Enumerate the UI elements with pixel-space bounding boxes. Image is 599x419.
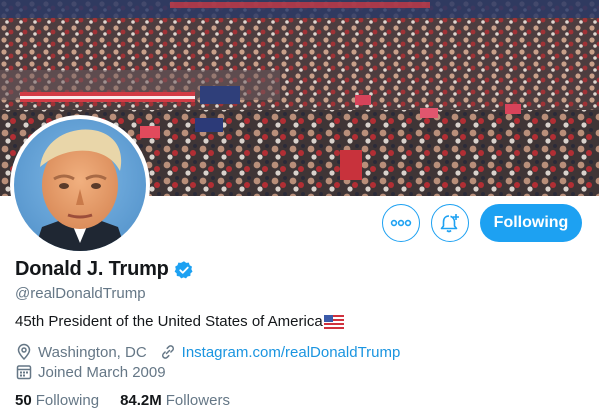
location-pin-icon <box>15 343 33 361</box>
link-icon <box>159 343 177 361</box>
profile-photo <box>14 119 146 251</box>
display-name: Donald J. Trump <box>15 258 169 280</box>
follow-stats: 50 Following 84.2M Followers <box>15 392 230 409</box>
following-stat[interactable]: 50 Following <box>15 392 99 409</box>
avatar[interactable] <box>10 115 150 255</box>
name-row: Donald J. Trump <box>15 258 194 281</box>
followers-count: 84.2M <box>120 392 162 409</box>
profile-joined-row: Joined March 2009 <box>15 363 166 381</box>
notifications-button[interactable] <box>431 204 469 242</box>
following-label: Following <box>35 392 100 409</box>
following-count: 50 <box>15 392 32 409</box>
bio: 45th President of the United States of A… <box>15 313 344 330</box>
profile-meta-row: Washington, DC Instagram.com/realDonaldT… <box>15 343 400 361</box>
more-button[interactable] <box>382 204 420 242</box>
bio-text: 45th President of the United States of A… <box>15 313 323 330</box>
website-link[interactable]: Instagram.com/realDonaldTrump <box>182 344 401 361</box>
us-flag-icon <box>323 314 344 329</box>
calendar-icon <box>15 363 33 381</box>
followers-stat[interactable]: 84.2M Followers <box>120 392 230 409</box>
followers-label: Followers <box>165 392 230 409</box>
joined-date: Joined March 2009 <box>38 363 166 381</box>
verified-badge-icon <box>174 260 194 280</box>
location-text: Washington, DC <box>38 343 147 361</box>
following-button[interactable]: Following <box>480 204 582 242</box>
bell-plus-icon <box>440 214 459 233</box>
more-horizontal-icon <box>390 219 412 227</box>
username-handle: @realDonaldTrump <box>15 285 146 302</box>
